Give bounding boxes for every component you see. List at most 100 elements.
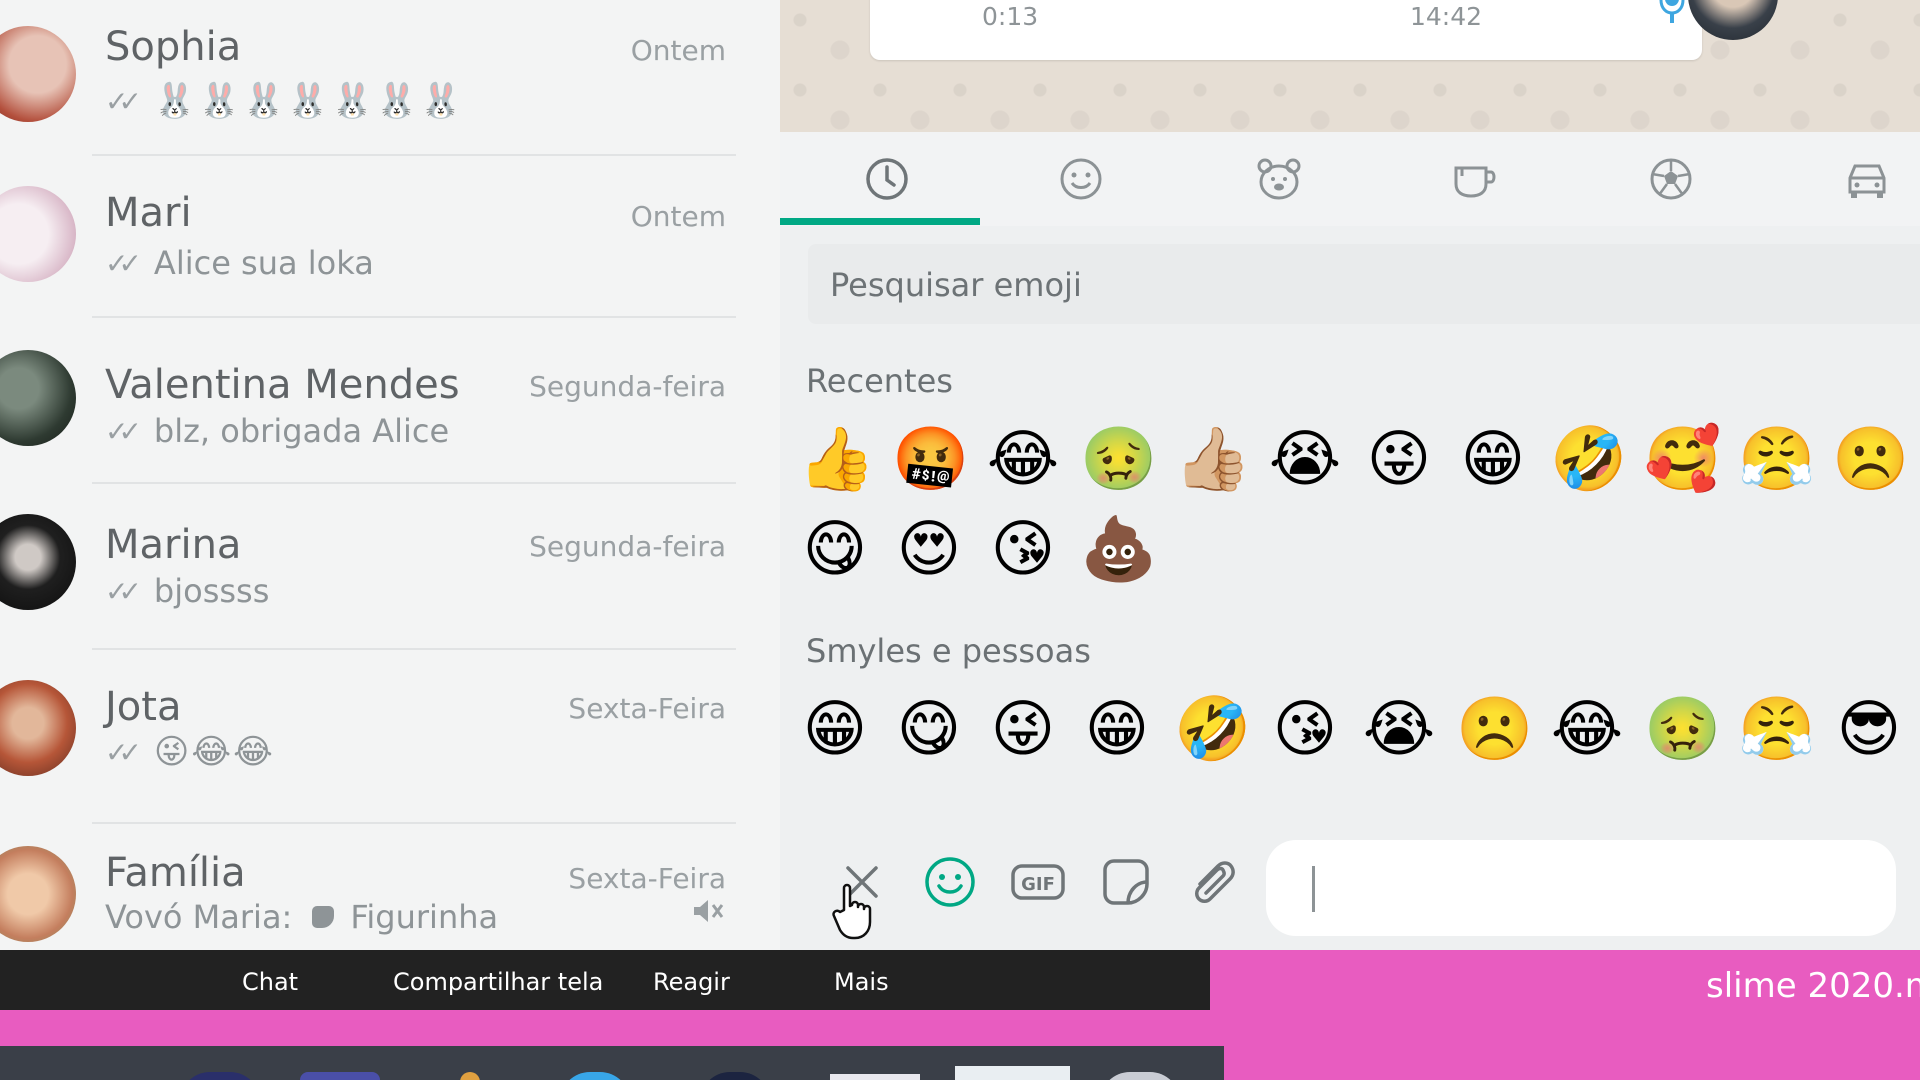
emoji-item[interactable]: 😜 xyxy=(986,692,1060,766)
tab-smileys[interactable] xyxy=(1056,154,1106,204)
emoji-item[interactable]: 👍🏼 xyxy=(1174,422,1251,496)
recent-icon xyxy=(866,158,908,200)
chat-list: Sophia Ontem ✓✓ 🐰🐰🐰🐰🐰🐰🐰 Mari Ontem ✓✓ Al… xyxy=(0,0,780,950)
chat-row-valentina[interactable]: Valentina Mendes Segunda-feira ✓✓ blz, o… xyxy=(0,320,780,484)
tab-activities[interactable] xyxy=(1646,154,1696,204)
emoji-search-input[interactable]: Pesquisar emoji xyxy=(808,244,1920,324)
double-check-icon: ✓✓ xyxy=(105,84,142,118)
sticker-button[interactable] xyxy=(1098,854,1154,910)
emoji-item[interactable]: 😁 xyxy=(1080,692,1154,766)
chat-time: Ontem xyxy=(630,34,726,67)
chat-row-jota[interactable]: Jota Sexta-Feira ✓✓ 😜😂😂 xyxy=(0,650,780,824)
emoji-item[interactable]: 😘 xyxy=(1268,692,1342,766)
smiley-icon xyxy=(925,857,975,907)
chat-name: Jota xyxy=(105,684,182,730)
chat-preview: ✓✓ bjossss xyxy=(105,572,270,610)
chat-name: Valentina Mendes xyxy=(105,362,460,408)
chat-time: Ontem xyxy=(630,200,726,233)
emoji-item[interactable]: ☹️ xyxy=(1832,422,1909,496)
message-input[interactable] xyxy=(1266,840,1896,936)
message-composer: GIF xyxy=(780,818,1920,950)
ball-icon xyxy=(1650,158,1692,200)
double-check-icon: ✓✓ xyxy=(105,574,142,608)
emoji-item[interactable]: 😁 xyxy=(1456,422,1530,496)
emoji-item[interactable]: 🤢 xyxy=(1644,692,1721,766)
chat-name: Sophia xyxy=(105,24,242,70)
emoji-item[interactable]: 😤 xyxy=(1738,692,1815,766)
meeting-toolbar: Chat Compartilhar tela Reagir Mais xyxy=(0,950,1210,1010)
emoji-item[interactable]: 🤢 xyxy=(1080,422,1157,496)
smiley-icon xyxy=(1060,158,1102,200)
audio-message[interactable]: 0:13 14:42 xyxy=(870,0,1778,60)
chat-row-familia[interactable]: Família Sexta-Feira Vovó Maria: Figurinh… xyxy=(0,816,780,950)
emoji-item[interactable]: 😤 xyxy=(1738,422,1815,496)
avatar xyxy=(0,680,76,776)
chat-row-marina[interactable]: Marina Segunda-feira ✓✓ bjossss xyxy=(0,484,780,650)
section-title-people: Smyles e pessoas xyxy=(806,632,1091,670)
cup-icon xyxy=(1454,166,1496,198)
emoji-item[interactable]: 🥰 xyxy=(1644,422,1721,496)
chat-time: Segunda-feira xyxy=(529,370,726,403)
double-check-icon: ✓✓ xyxy=(105,735,142,769)
taskbar-app[interactable] xyxy=(830,1074,920,1080)
desktop-file-label[interactable]: slime 2020.mp xyxy=(1706,966,1920,1006)
chat-time: Sexta-Feira xyxy=(568,862,726,895)
more-button[interactable]: Mais xyxy=(834,968,889,996)
chat-row-mari[interactable]: Mari Ontem ✓✓ Alice sua loka xyxy=(0,156,780,318)
audio-duration: 0:13 xyxy=(982,2,1039,31)
avatar xyxy=(0,186,76,282)
emoji-item[interactable]: 🤣 xyxy=(1550,422,1627,496)
emoji-item[interactable]: 😘 xyxy=(986,512,1060,586)
muted-icon xyxy=(694,900,724,922)
react-button[interactable]: Reagir xyxy=(653,968,730,996)
share-screen-button[interactable]: Compartilhar tela xyxy=(393,968,603,996)
chat-button[interactable]: Chat xyxy=(242,968,298,996)
emoji-item[interactable]: 😎 xyxy=(1832,692,1906,766)
bear-icon xyxy=(1257,158,1301,200)
text-caret xyxy=(1312,866,1315,912)
divider xyxy=(92,316,736,318)
chat-preview: ✓✓ Alice sua loka xyxy=(105,244,374,282)
chat-time: Sexta-Feira xyxy=(568,692,726,725)
taskbar-app[interactable] xyxy=(180,1072,260,1080)
section-title-recent: Recentes xyxy=(806,362,953,400)
tab-recent[interactable] xyxy=(862,154,912,204)
taskbar-app[interactable] xyxy=(560,1072,630,1080)
taskbar-app[interactable] xyxy=(1100,1072,1180,1080)
emoji-item[interactable]: 👍 xyxy=(798,422,875,496)
tab-food[interactable] xyxy=(1450,154,1500,204)
emoji-item[interactable]: 😋 xyxy=(892,692,966,766)
attach-button[interactable] xyxy=(1186,854,1242,910)
emoji-item[interactable]: 😋 xyxy=(798,512,872,586)
emoji-item[interactable]: 😂 xyxy=(986,422,1060,496)
chat-name: Marina xyxy=(105,522,242,568)
chat-preview: ✓✓ 😜😂😂 xyxy=(105,732,275,772)
gif-button[interactable]: GIF xyxy=(1010,854,1066,910)
emoji-item[interactable]: 💩 xyxy=(1080,512,1157,586)
taskbar-app[interactable] xyxy=(300,1072,380,1080)
emoji-item[interactable]: 😭 xyxy=(1362,692,1436,766)
emoji-item[interactable]: 🤣 xyxy=(1174,692,1251,766)
emoji-item[interactable]: 😍 xyxy=(892,512,966,586)
conversation-panel: 0:13 14:42 Pesquisar emoji Recentes 👍 🤬 … xyxy=(780,0,1920,950)
taskbar-app-active[interactable] xyxy=(955,1066,1070,1080)
emoji-item[interactable]: 😁 xyxy=(798,692,872,766)
emoji-item[interactable]: 😂 xyxy=(1550,692,1624,766)
taskbar-app[interactable] xyxy=(700,1072,770,1080)
tab-travel[interactable] xyxy=(1842,154,1892,204)
emoji-item[interactable]: 😭 xyxy=(1268,422,1342,496)
chat-preview: ✓✓ blz, obrigada Alice xyxy=(105,412,450,450)
emoji-grid-people-row1: 😁 😋 😜 😁 🤣 😘 😭 ☹️ 😂 🤢 😤 😎 xyxy=(798,692,1906,766)
taskbar-app[interactable] xyxy=(460,1072,480,1080)
emoji-item[interactable]: 😜 xyxy=(1362,422,1436,496)
gif-icon: GIF xyxy=(1011,864,1065,900)
avatar xyxy=(0,350,76,446)
chat-row-sophia[interactable]: Sophia Ontem ✓✓ 🐰🐰🐰🐰🐰🐰🐰 xyxy=(0,0,780,156)
chat-name: Mari xyxy=(105,190,192,236)
emoji-item[interactable]: ☹️ xyxy=(1456,692,1533,766)
emoji-button[interactable] xyxy=(922,854,978,910)
tab-animals[interactable] xyxy=(1254,154,1304,204)
avatar xyxy=(0,846,76,942)
double-check-icon: ✓✓ xyxy=(105,414,142,448)
emoji-item[interactable]: 🤬 xyxy=(892,422,969,496)
